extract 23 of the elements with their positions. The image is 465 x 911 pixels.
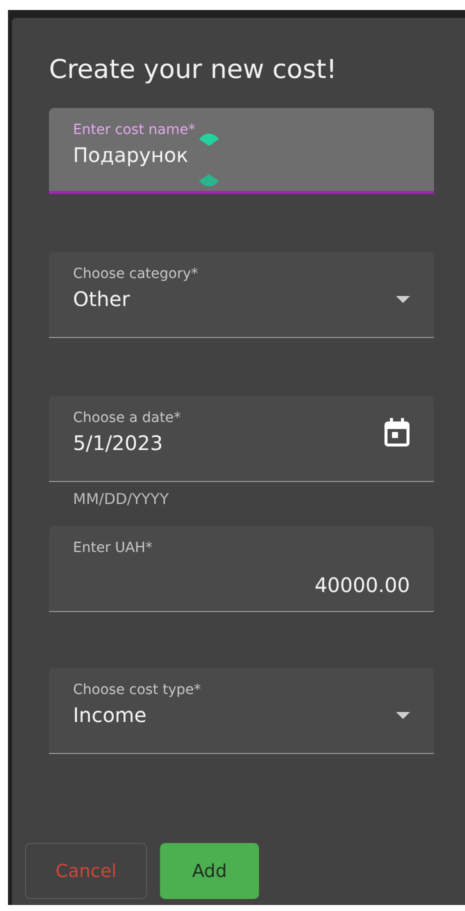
date-field[interactable]: Choose a date* 5/1/2023 — [49, 396, 434, 482]
select-field[interactable]: Choose category* Other — [49, 252, 434, 338]
field-value: 40000.00 — [314, 573, 410, 597]
selection-handle-icon[interactable] — [199, 132, 219, 146]
helper-text: MM/DD/YYYY — [72, 489, 170, 508]
field-value: Other — [73, 287, 130, 311]
input-field[interactable]: Enter cost name* Подарунок — [49, 108, 434, 194]
field-label: Choose cost type* — [73, 682, 202, 698]
add-button[interactable]: Add — [160, 843, 259, 899]
field-value: 5/1/2023 — [73, 431, 163, 455]
field-label: Choose category* — [73, 266, 200, 282]
field-value: Подарунок — [73, 143, 188, 167]
field-label: Choose a date* — [73, 410, 182, 426]
field-value: Income — [73, 703, 147, 727]
selection-handle-icon[interactable] — [199, 174, 219, 188]
field-label: Enter UAH* — [73, 540, 154, 556]
caret-icon — [396, 712, 410, 718]
calendar-icon[interactable] — [384, 417, 410, 447]
field-label: Enter cost name* — [73, 122, 196, 138]
input-field[interactable]: Enter UAH* 40000.00 — [49, 526, 434, 612]
select-field[interactable]: Choose cost type* Income — [49, 668, 434, 754]
dialog-title: Create your new cost! — [49, 54, 338, 87]
caret-icon — [396, 296, 410, 302]
